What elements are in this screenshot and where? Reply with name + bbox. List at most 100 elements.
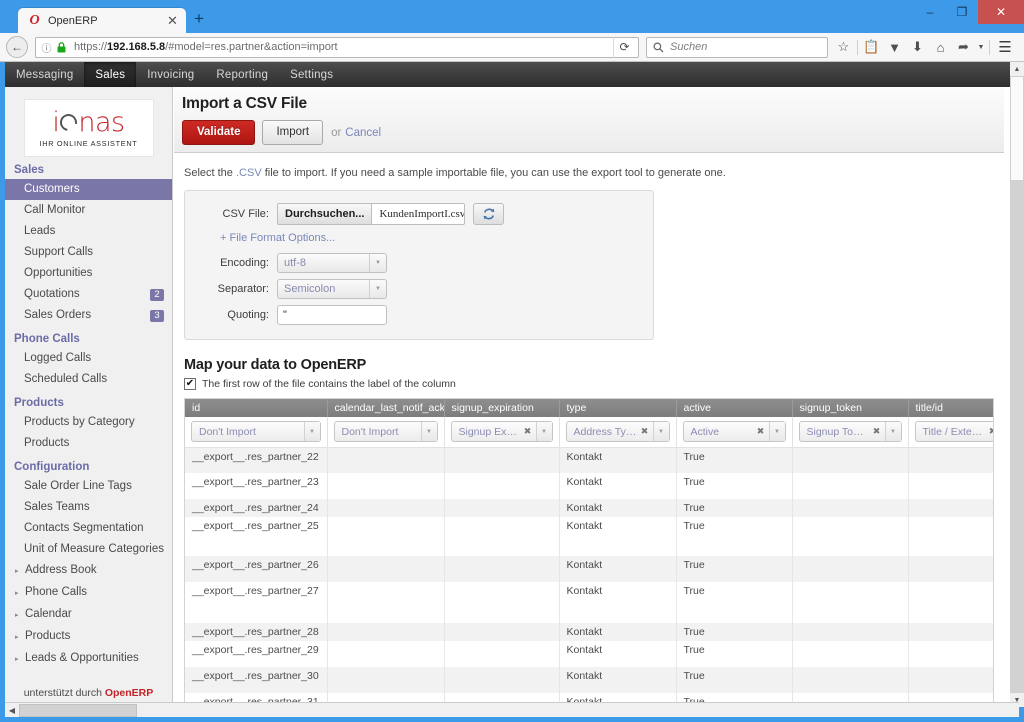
browse-button[interactable]: Durchsuchen... <box>278 204 373 224</box>
clear-mapping-icon[interactable]: ✖ <box>637 426 653 437</box>
sidebar-item-sales-teams[interactable]: Sales Teams <box>5 497 172 518</box>
sidebar-item-products-by-category[interactable]: Products by Category <box>5 412 172 433</box>
back-button[interactable]: ← <box>6 36 28 58</box>
home-icon[interactable]: ⌂ <box>929 36 952 59</box>
menu-settings[interactable]: Settings <box>279 62 344 87</box>
field-mapping-select-4[interactable]: Active ✖ ▼ <box>682 421 786 442</box>
clipboard-icon[interactable]: 📋 <box>860 36 883 59</box>
page-vertical-scrollbar[interactable]: ▲ ▼ <box>1010 62 1024 707</box>
first-row-header-checkbox-row[interactable]: ✔ The first row of the file contains the… <box>184 378 994 390</box>
table-row: __export__.res_partner_28 Kontakt True <box>185 622 993 641</box>
sidebar-item-customers[interactable]: Customers <box>5 179 172 200</box>
reload-file-button[interactable] <box>473 203 504 225</box>
address-bar[interactable]: ⓘ https://192.168.5.8/#model=res.partner… <box>35 36 639 58</box>
clear-mapping-icon[interactable]: ✖ <box>520 426 536 437</box>
separator-select[interactable]: Semicolon ▼ <box>277 279 387 299</box>
table-row: __export__.res_partner_25 Kontakt True <box>185 516 993 556</box>
field-mapping-select-1[interactable]: Don't Import ▼ <box>333 421 438 442</box>
table-cell: True <box>676 622 793 641</box>
sidebar-item-opportunities[interactable]: Opportunities <box>5 263 172 284</box>
sidebar-item-quotations[interactable]: Quotations 2 <box>5 284 172 305</box>
vertical-scroll-thumb[interactable] <box>1010 76 1024 181</box>
sync-icon[interactable]: ➦ <box>952 36 975 59</box>
horizontal-scroll-thumb[interactable] <box>19 703 137 717</box>
sidebar-item-products-group[interactable]: ▸ Products <box>5 626 172 648</box>
chevron-down-icon: ▼ <box>369 254 386 272</box>
sidebar-item-address-book[interactable]: ▸ Address Book <box>5 560 172 582</box>
search-icon <box>651 42 666 53</box>
cancel-link[interactable]: Cancel <box>345 127 381 139</box>
scroll-up-icon[interactable]: ▲ <box>1010 62 1024 76</box>
menu-invoicing[interactable]: Invoicing <box>136 62 205 87</box>
sidebar-item-unit-of-measure-categories[interactable]: Unit of Measure Categories <box>5 539 172 560</box>
reload-page-icon[interactable]: ⟳ <box>613 36 635 58</box>
field-mapping-select-2[interactable]: Signup Expirat...✖▼ <box>450 421 553 442</box>
import-button[interactable]: Import <box>262 120 324 145</box>
hamburger-menu-icon[interactable]: ☰ <box>992 36 1018 59</box>
sidebar-item-support-calls[interactable]: Support Calls <box>5 242 172 263</box>
menu-sales[interactable]: Sales <box>84 62 137 87</box>
sidebar-item-sales-orders[interactable]: Sales Orders 3 <box>5 305 172 326</box>
table-cell <box>792 581 909 623</box>
table-cell <box>444 581 560 623</box>
clear-mapping-icon[interactable]: ✖ <box>985 426 993 437</box>
sidebar-item-calendar[interactable]: ▸ Calendar <box>5 604 172 626</box>
sidebar-item-products[interactable]: Products <box>5 433 172 454</box>
chevron-down-icon[interactable]: ▼ <box>535 422 552 441</box>
menu-reporting[interactable]: Reporting <box>205 62 279 87</box>
field-mapping-select-3[interactable]: Address Type ✖ ▼ <box>565 421 670 442</box>
maximize-button[interactable]: ❐ <box>946 0 978 24</box>
window-controls: – ❐ ✕ <box>914 0 1024 26</box>
chevron-down-icon[interactable]: ▼ <box>768 422 785 441</box>
table-cell: __export__.res_partner_22 <box>185 447 328 473</box>
page-info-icon[interactable]: ⓘ <box>39 40 54 55</box>
logo-o-ring <box>57 110 81 134</box>
download-icon[interactable]: ⬇ <box>906 36 929 59</box>
sidebar-item-sale-order-line-tags[interactable]: Sale Order Line Tags <box>5 476 172 497</box>
file-format-options-toggle[interactable]: + File Format Options... <box>220 232 641 244</box>
clear-mapping-icon[interactable]: ✖ <box>753 426 769 437</box>
scroll-left-icon[interactable]: ◀ <box>5 703 19 718</box>
menu-messaging[interactable]: Messaging <box>5 62 84 87</box>
new-tab-button[interactable]: + <box>186 8 212 33</box>
sidebar-item-scheduled-calls[interactable]: Scheduled Calls <box>5 369 172 390</box>
field-mapping-select-6[interactable]: Title / External...✖▼ <box>914 421 993 442</box>
browser-tab-openerp[interactable]: O OpenERP ✕ <box>18 8 186 33</box>
sidebar-item-logged-calls[interactable]: Logged Calls <box>5 348 172 369</box>
page-horizontal-scrollbar[interactable]: ◀ <box>5 702 1019 717</box>
close-tab-icon[interactable]: ✕ <box>165 13 180 28</box>
quoting-input[interactable]: " <box>277 305 387 325</box>
close-window-button[interactable]: ✕ <box>978 0 1024 24</box>
browser-search-box[interactable]: Suchen <box>646 36 828 58</box>
sidebar-item-leads-opportunities[interactable]: ▸ Leads & Opportunities <box>5 648 172 670</box>
star-icon[interactable]: ☆ <box>832 36 855 59</box>
chevron-down-icon[interactable]: ▼ <box>652 422 669 441</box>
field-mapping-select-5[interactable]: Signup Token ✖ ▼ <box>798 421 902 442</box>
search-glyph <box>653 42 664 52</box>
table-cell: True <box>676 555 793 582</box>
intro-after: file to import. If you need a sample imp… <box>261 167 726 179</box>
sidebar-item-leads[interactable]: Leads <box>5 221 172 242</box>
chevron-down-icon[interactable]: ▼ <box>303 422 320 441</box>
import-preview-table: id calendar_last_notif_ack signup_expirati… <box>185 399 993 707</box>
encoding-select[interactable]: utf-8 ▼ <box>277 253 387 273</box>
chevron-down-icon[interactable]: ▼ <box>420 422 437 441</box>
sidebar-item-contacts-segmentation[interactable]: Contacts Segmentation <box>5 518 172 539</box>
csv-file-input[interactable]: Durchsuchen... KundenImportI.csv <box>277 203 465 225</box>
table-row: __export__.res_partner_24 Kontakt True <box>185 498 993 517</box>
main-body: Select the .CSV file to import. If you n… <box>174 153 1004 707</box>
sidebar-item-call-monitor[interactable]: Call Monitor <box>5 200 172 221</box>
minimize-button[interactable]: – <box>914 0 946 24</box>
chevron-down-icon[interactable]: ▼ <box>975 36 987 59</box>
chevron-down-icon[interactable]: ▼ <box>884 422 901 441</box>
clear-mapping-icon[interactable]: ✖ <box>869 426 885 437</box>
field-mapping-select-0[interactable]: Don't Import ▼ <box>191 421 321 442</box>
sidebar-item-phone-calls-group[interactable]: ▸ Phone Calls <box>5 582 172 604</box>
first-row-checkbox[interactable]: ✔ <box>184 378 196 390</box>
pocket-icon[interactable]: ▼ <box>883 36 906 59</box>
encoding-label: Encoding: <box>220 257 269 269</box>
sidebar-item-label: Leads <box>24 225 56 237</box>
csv-link[interactable]: .CSV <box>236 167 262 179</box>
validate-button[interactable]: Validate <box>182 120 256 145</box>
import-preview-table-wrapper[interactable]: id calendar_last_notif_ack signup_expirati… <box>184 398 994 707</box>
